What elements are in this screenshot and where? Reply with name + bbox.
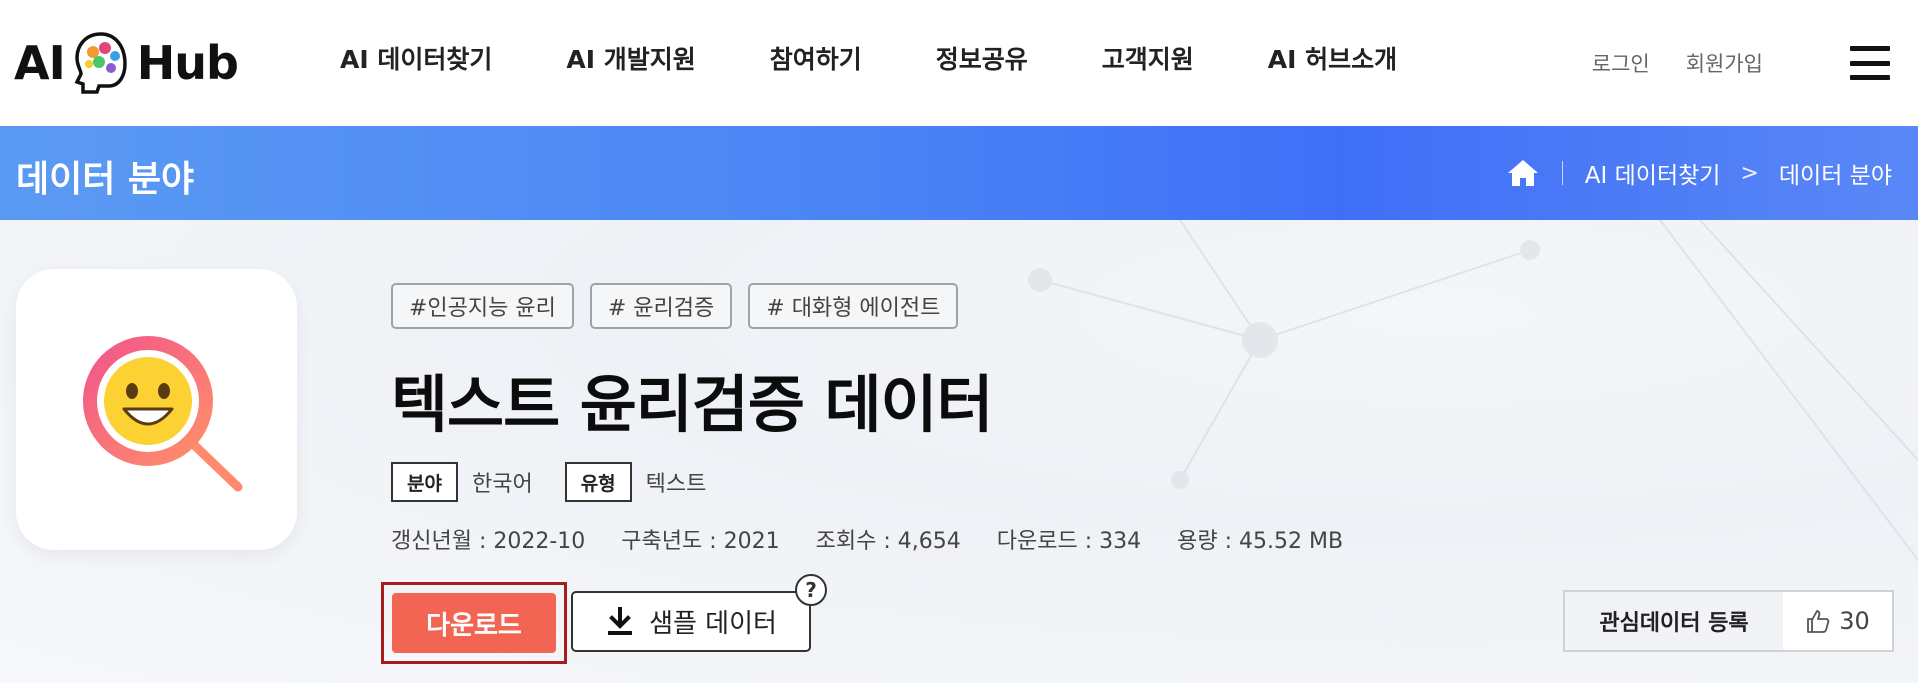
dataset-meta: 분야 한국어 유형 텍스트 [391,462,738,502]
dataset-detail: #인공지능 윤리 # 윤리검증 # 대화형 에이전트 텍스트 윤리검증 데이터 … [0,220,1918,683]
nav-ai-data-search[interactable]: AI 데이터찾기 [340,40,492,76]
stat-updated: 갱신년월 : 2022-10 [391,529,586,554]
nav-participate[interactable]: 참여하기 [770,40,862,76]
hamburger-menu-icon[interactable] [1850,46,1890,80]
like-count: 30 [1839,607,1870,635]
breadcrumb-ai-data-search[interactable]: AI 데이터찾기 [1585,156,1721,190]
stat-downloads: 다운로드 : 334 [996,529,1142,554]
nav-ai-dev-support[interactable]: AI 개발지원 [566,40,695,76]
smile-magnifier-icon [83,336,243,492]
breadcrumb: AI 데이터찾기 > 데이터 분야 [1506,156,1892,190]
stat-built-year: 구축년도 : 2021 [621,529,780,554]
category-banner: 데이터 분야 AI 데이터찾기 > 데이터 분야 [0,126,1918,220]
thumbs-up-icon [1807,610,1830,633]
sample-data-button[interactable]: 샘플 데이터 [571,591,811,652]
add-interest-button[interactable]: 관심데이터 등록 [1565,592,1783,650]
logo-text-ai: AI [14,36,66,90]
dataset-title: 텍스트 윤리검증 데이터 [391,368,994,441]
breadcrumb-divider [1561,161,1563,185]
nav-customer-support[interactable]: 고객지원 [1102,40,1194,76]
page-title: 데이터 분야 [16,159,195,200]
tag-ai-ethics[interactable]: #인공지능 윤리 [391,283,574,329]
login-link[interactable]: 로그인 [1592,48,1650,78]
type-value: 텍스트 [645,472,707,497]
like-button[interactable]: 30 [1783,592,1892,650]
download-arrow-icon [608,606,633,635]
download-button[interactable]: 다운로드 [392,593,556,653]
field-label: 분야 [391,462,458,502]
logo-text-hub: Hub [136,36,239,90]
breadcrumb-data-field[interactable]: 데이터 분야 [1779,156,1892,190]
tag-list: #인공지능 윤리 # 윤리검증 # 대화형 에이전트 [391,283,959,329]
user-links: 로그인 회원가입 [1592,48,1763,78]
tag-ethics-verification[interactable]: # 윤리검증 [589,283,733,329]
dataset-icon-card [16,269,297,550]
help-question-icon[interactable]: ? [795,574,827,606]
dataset-stats: 갱신년월 : 2022-10 구축년도 : 2021 조회수 : 4,654 다… [391,523,1343,555]
stat-views: 조회수 : 4,654 [815,529,961,554]
aihub-logo[interactable]: AI Hub [14,28,239,98]
nav-info-share[interactable]: 정보공유 [936,40,1028,76]
signup-link[interactable]: 회원가입 [1686,48,1763,78]
menu-bar [1850,46,1890,51]
field-value: 한국어 [471,472,533,497]
interest-box: 관심데이터 등록 30 [1563,590,1894,652]
brain-head-icon [74,32,127,94]
nav-aihub-intro[interactable]: AI 허브소개 [1268,40,1397,76]
menu-bar [1850,60,1890,66]
type-label: 유형 [564,462,632,502]
main-nav: AI 데이터찾기 AI 개발지원 참여하기 정보공유 고객지원 AI 허브소개 [340,40,1471,76]
site-header: AI Hub AI 데이터찾기 AI 개발지원 참여하기 정보공유 고객지원 A… [0,0,1918,126]
stat-size: 용량 : 45.52 MB [1177,529,1344,554]
home-icon[interactable] [1506,158,1540,188]
menu-bar [1850,75,1890,80]
chevron-right-icon: > [1740,160,1759,186]
download-button-highlight: 다운로드 [381,582,567,664]
tag-conversational-agent[interactable]: # 대화형 에이전트 [748,283,959,329]
sample-data-label: 샘플 데이터 [649,609,777,639]
